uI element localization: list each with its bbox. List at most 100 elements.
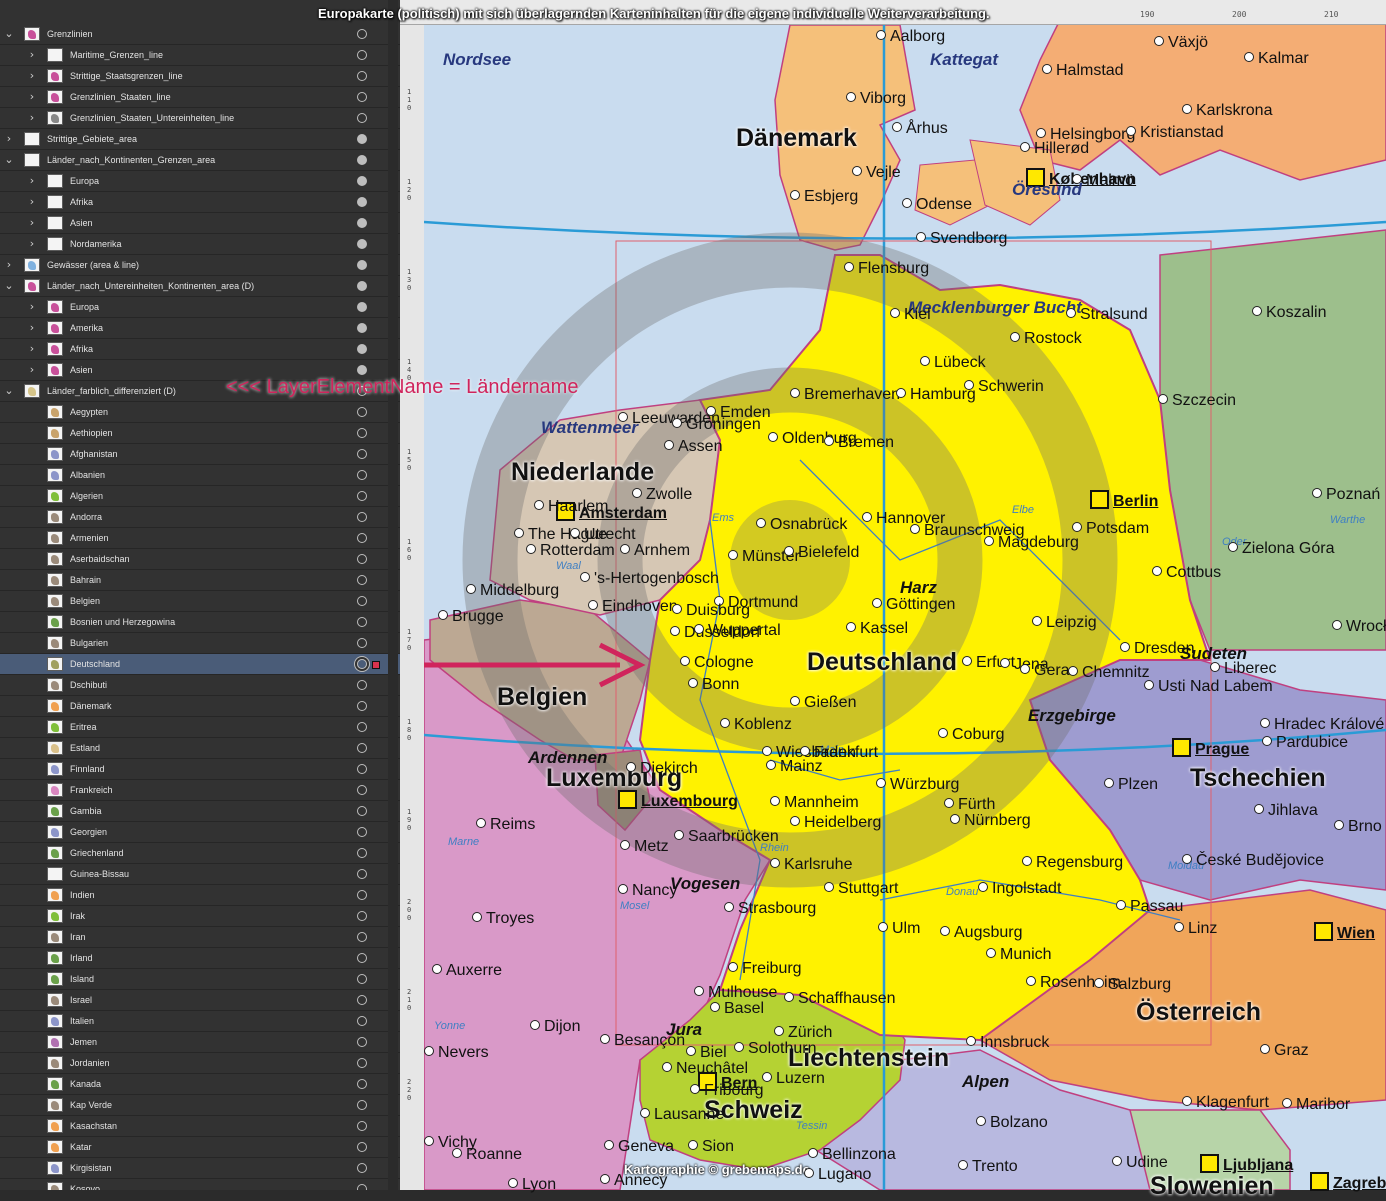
city-marker[interactable]: Linz	[1174, 920, 1217, 938]
visibility-circle-icon[interactable]	[357, 365, 367, 375]
city-marker[interactable]: Metz	[620, 838, 669, 856]
chevron-down-icon[interactable]: ⌄	[4, 384, 14, 398]
layer-row[interactable]: Dschibuti	[0, 675, 400, 696]
city-marker[interactable]: Koblenz	[720, 716, 792, 734]
city-marker[interactable]: Malmö	[1072, 172, 1134, 190]
visibility-circle-icon[interactable]	[357, 1184, 367, 1190]
city-marker[interactable]: Heidelberg	[790, 814, 881, 832]
layer-row[interactable]: Aegypten	[0, 402, 400, 423]
visibility-circle-icon[interactable]	[357, 806, 367, 816]
chevron-right-icon[interactable]: ›	[27, 237, 37, 251]
layer-row[interactable]: Andorra	[0, 507, 400, 528]
layer-row[interactable]: Bosnien und Herzegowina	[0, 612, 400, 633]
city-marker[interactable]: Växjö	[1154, 34, 1208, 52]
layer-row[interactable]: › Grenzlinien_Staaten_Untereinheiten_line	[0, 108, 400, 129]
layer-row[interactable]: Israel	[0, 990, 400, 1011]
city-marker[interactable]: Nevers	[424, 1044, 489, 1062]
layer-row[interactable]: › Asien	[0, 213, 400, 234]
layer-row[interactable]: Albanien	[0, 465, 400, 486]
city-marker[interactable]: Stuttgart	[824, 880, 898, 898]
city-marker[interactable]: Munich	[986, 946, 1052, 964]
chevron-down-icon[interactable]: ⌄	[4, 27, 14, 41]
city-marker[interactable]: Udine	[1112, 1154, 1168, 1172]
visibility-circle-icon[interactable]	[357, 554, 367, 564]
city-marker[interactable]: Brugge	[438, 608, 504, 626]
layer-row[interactable]: Eritrea	[0, 717, 400, 738]
layer-row[interactable]: Guinea-Bissau	[0, 864, 400, 885]
city-marker[interactable]: Karlskrona	[1182, 102, 1272, 120]
layer-row[interactable]: Georgien	[0, 822, 400, 843]
city-marker[interactable]: Szczecin	[1158, 392, 1236, 410]
layer-row[interactable]: ⌄ Länder_nach_Kontinenten_Grenzen_area	[0, 150, 400, 171]
layer-row[interactable]: Aserbaidschan	[0, 549, 400, 570]
city-marker[interactable]: Bellinzona	[808, 1146, 896, 1164]
city-marker[interactable]: Troyes	[472, 910, 534, 928]
layer-row[interactable]: Armenien	[0, 528, 400, 549]
layer-row[interactable]: Katar	[0, 1137, 400, 1158]
city-marker[interactable]: Århus	[892, 120, 948, 138]
city-marker[interactable]: Cottbus	[1152, 564, 1221, 582]
city-marker[interactable]: Mainz	[766, 758, 823, 776]
chevron-right-icon[interactable]: ›	[27, 342, 37, 356]
chevron-down-icon[interactable]: ⌄	[4, 279, 14, 293]
city-marker[interactable]: Usti Nad Labem	[1144, 678, 1273, 696]
city-marker[interactable]: Rostock	[1010, 330, 1082, 348]
city-marker[interactable]: Besançon	[600, 1032, 685, 1050]
visibility-circle-icon[interactable]	[357, 764, 367, 774]
chevron-right-icon[interactable]: ›	[27, 321, 37, 335]
city-marker[interactable]: Würzburg	[876, 776, 959, 794]
city-marker[interactable]: Coburg	[938, 726, 1004, 744]
visibility-circle-icon[interactable]	[357, 1058, 367, 1068]
city-marker[interactable]: Arnhem	[620, 542, 690, 560]
city-marker[interactable]: Diekirch	[626, 760, 698, 778]
city-marker[interactable]: 's-Hertogenbosch	[580, 570, 719, 588]
visibility-circle-icon[interactable]	[357, 1142, 367, 1152]
city-marker[interactable]: Regensburg	[1022, 854, 1123, 872]
capital-marker[interactable]: Prague	[1172, 738, 1249, 759]
visibility-circle-icon[interactable]	[357, 302, 367, 312]
visibility-circle-icon[interactable]	[357, 869, 367, 879]
visibility-circle-icon[interactable]	[357, 1016, 367, 1026]
visibility-circle-icon[interactable]	[357, 71, 367, 81]
visibility-circle-icon[interactable]	[357, 827, 367, 837]
city-marker[interactable]: Mannheim	[770, 794, 859, 812]
capital-marker[interactable]: Ljubljana	[1200, 1154, 1293, 1175]
layer-row[interactable]: › Afrika	[0, 192, 400, 213]
city-marker[interactable]: Magdeburg	[984, 534, 1079, 552]
city-marker[interactable]: Wuppertal	[694, 622, 781, 640]
city-marker[interactable]: Flensburg	[844, 260, 929, 278]
city-marker[interactable]: Innsbruck	[966, 1034, 1049, 1052]
visibility-circle-icon[interactable]	[357, 323, 367, 333]
visibility-circle-icon[interactable]	[357, 176, 367, 186]
city-marker[interactable]: Nürnberg	[950, 812, 1031, 830]
capital-marker[interactable]: Luxembourg	[618, 790, 738, 811]
layer-row[interactable]: Kasachstan	[0, 1116, 400, 1137]
city-marker[interactable]: Luzern	[762, 1070, 825, 1088]
visibility-circle-icon[interactable]	[357, 260, 367, 270]
layer-row[interactable]: Dänemark	[0, 696, 400, 717]
layer-row[interactable]: Belgien	[0, 591, 400, 612]
city-marker[interactable]: Vejle	[852, 164, 901, 182]
city-marker[interactable]: Solothurn	[734, 1040, 817, 1058]
visibility-circle-icon[interactable]	[357, 1121, 367, 1131]
city-marker[interactable]: Dresden	[1120, 640, 1194, 658]
city-marker[interactable]: Kassel	[846, 620, 908, 638]
city-marker[interactable]: Hradec Králové	[1260, 716, 1384, 734]
capital-marker[interactable]: Wien	[1314, 922, 1375, 943]
visibility-circle-icon[interactable]	[357, 911, 367, 921]
city-marker[interactable]: Bonn	[688, 676, 739, 694]
city-marker[interactable]: Brno	[1334, 818, 1382, 836]
selection-indicator[interactable]	[372, 661, 380, 669]
chevron-right-icon[interactable]: ›	[27, 174, 37, 188]
city-marker[interactable]: Basel	[710, 1000, 764, 1018]
city-marker[interactable]: Gießen	[790, 694, 856, 712]
city-marker[interactable]: Geneva	[604, 1138, 674, 1156]
chevron-right-icon[interactable]: ›	[27, 69, 37, 83]
visibility-circle-icon[interactable]	[357, 512, 367, 522]
layer-row[interactable]: Aethiopien	[0, 423, 400, 444]
city-marker[interactable]: Liberec	[1210, 660, 1276, 678]
city-marker[interactable]: Wrocław	[1332, 618, 1386, 636]
city-marker[interactable]: Fribourg	[690, 1082, 764, 1100]
city-marker[interactable]: Poznań	[1312, 486, 1380, 504]
city-marker[interactable]: České Budějovice	[1182, 852, 1324, 870]
